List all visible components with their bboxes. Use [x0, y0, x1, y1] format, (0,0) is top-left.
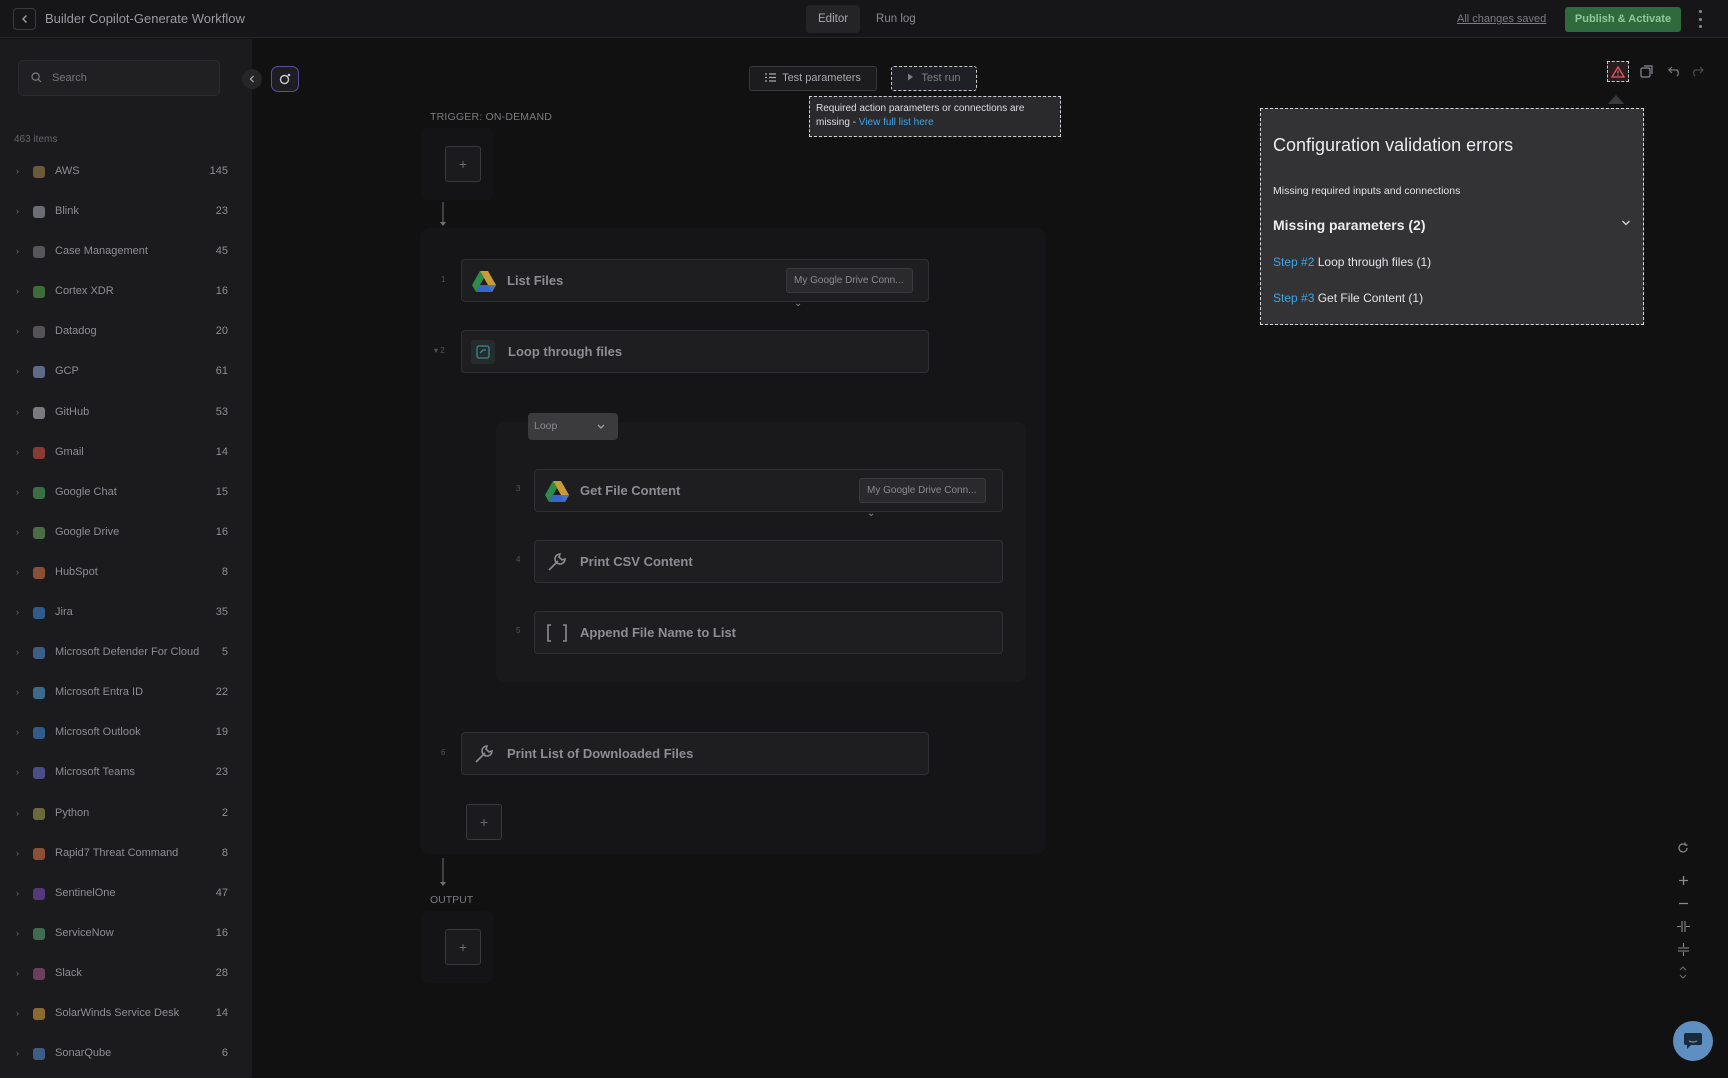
step-print-list[interactable]: Print List of Downloaded Files	[461, 732, 929, 775]
step-number: 1	[441, 275, 446, 284]
step-print-csv-content[interactable]: Print CSV Content	[534, 540, 1003, 583]
zoom-in-icon[interactable]	[1672, 869, 1694, 892]
step-name: Print List of Downloaded Files	[507, 746, 694, 761]
validation-warning-button[interactable]	[1607, 61, 1629, 82]
step-list-files[interactable]: List Files My Google Drive Conn... ⌄	[461, 259, 929, 309]
chat-support-button[interactable]	[1673, 1021, 1713, 1061]
missing-parameters-header[interactable]: Missing parameters (2)	[1273, 217, 1426, 233]
panel-subtitle: Missing required inputs and connections	[1273, 185, 1461, 197]
collapse-all-icon[interactable]	[1672, 961, 1694, 984]
google-drive-icon	[471, 269, 497, 293]
redo-icon	[1692, 66, 1704, 77]
step-name: List Files	[507, 273, 564, 288]
validation-errors-panel: Configuration validation errors Missing …	[1260, 108, 1644, 325]
chat-icon	[1684, 1033, 1702, 1049]
chevron-down-icon: ⌄	[867, 508, 876, 519]
validation-error-row[interactable]: Step #3 Get File Content (1)	[1273, 291, 1423, 305]
wrench-icon	[471, 742, 497, 766]
step-name: Append File Name to List	[580, 625, 737, 640]
error-text: Loop through files (1)	[1317, 255, 1432, 269]
connection-label: My Google Drive Conn...	[867, 485, 977, 496]
panel-title: Configuration validation errors	[1273, 135, 1514, 155]
warning-icon	[1611, 65, 1625, 78]
undo-icon	[1667, 66, 1679, 77]
chevron-down-icon[interactable]	[1621, 219, 1631, 227]
validation-error-row[interactable]: Step #2 Loop through files (1)	[1273, 255, 1431, 269]
step-get-file-content[interactable]: Get File Content My Google Drive Conn...…	[534, 469, 1003, 519]
fit-horizontal-icon[interactable]	[1672, 915, 1694, 938]
duplicate-button[interactable]	[1636, 61, 1657, 82]
copy-icon	[1640, 65, 1653, 78]
step-number: 6	[441, 748, 446, 757]
step-append-file-name[interactable]: Append File Name to List	[534, 611, 1003, 654]
chevron-down-icon	[597, 424, 605, 429]
chevron-down-icon: ⌄	[794, 298, 803, 309]
add-output-button[interactable]: +	[445, 929, 481, 965]
fit-vertical-icon[interactable]	[1672, 938, 1694, 961]
connection-select[interactable]: My Google Drive Conn... ⌄	[859, 478, 986, 519]
step-link[interactable]: Step #2	[1273, 255, 1314, 269]
zoom-out-icon[interactable]	[1672, 892, 1694, 915]
connection-select[interactable]: My Google Drive Conn... ⌄	[786, 268, 913, 309]
output-label: OUTPUT	[430, 894, 474, 906]
wrench-icon	[544, 550, 570, 574]
error-text: Get File Content (1)	[1317, 291, 1424, 305]
undo-button[interactable]	[1664, 61, 1685, 82]
step-number: 3	[516, 484, 521, 493]
brackets-icon	[544, 621, 570, 645]
panel-pointer	[1608, 95, 1624, 104]
step-loop-through-files[interactable]: Loop through files	[461, 330, 929, 373]
step-number: 5	[516, 626, 521, 635]
step-name: Loop through files	[508, 344, 623, 359]
step-name: Print CSV Content	[580, 554, 693, 569]
step-name: Get File Content	[580, 483, 681, 498]
step-number: 4	[516, 555, 521, 564]
reset-view-icon[interactable]	[1672, 836, 1694, 859]
google-drive-icon	[544, 479, 570, 503]
step-number: ▾ 2	[434, 346, 445, 355]
add-step-button[interactable]: +	[466, 804, 502, 840]
redo-button[interactable]	[1686, 61, 1707, 82]
loop-type-select[interactable]: Loop	[528, 413, 618, 440]
step-link[interactable]: Step #3	[1273, 291, 1314, 305]
loop-icon	[471, 340, 495, 364]
zoom-controls	[1672, 836, 1694, 984]
loop-label: Loop	[534, 420, 558, 432]
connection-label: My Google Drive Conn...	[794, 275, 904, 286]
